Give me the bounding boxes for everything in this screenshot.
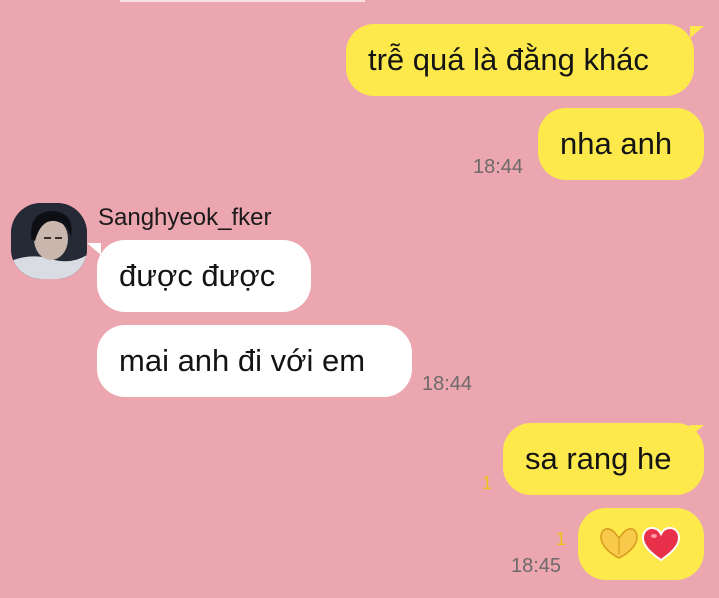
heart-icon (641, 526, 681, 562)
outgoing-message-bubble[interactable]: nha anh (538, 108, 704, 180)
finger-heart-icon (600, 528, 638, 559)
bubble-tail (690, 26, 704, 38)
unread-count: 1 (482, 473, 493, 493)
emoji-sticker (600, 526, 681, 562)
incoming-message-bubble[interactable]: được được (97, 240, 311, 312)
message-text: sa rang he (525, 441, 672, 476)
message-timestamp: 18:44 (473, 156, 524, 178)
message-text: được được (119, 258, 276, 293)
outgoing-sticker-bubble[interactable] (578, 508, 704, 580)
incoming-message-bubble[interactable]: mai anh đi với em (97, 325, 412, 397)
message-timestamp: 18:44 (422, 373, 473, 395)
profile-photo (11, 203, 87, 279)
avatar[interactable] (11, 203, 87, 279)
message-timestamp: 18:45 (511, 555, 562, 577)
unread-count: 1 (556, 529, 567, 549)
sender-name: Sanghyeok_fker (98, 204, 272, 231)
message-text: trễ quá là đằng khác (368, 42, 649, 77)
message-text: nha anh (560, 126, 673, 161)
bubble-tail (690, 425, 704, 437)
message-text: mai anh đi với em (119, 343, 366, 378)
previous-message-edge (120, 0, 365, 2)
outgoing-message-bubble[interactable]: sa rang he (503, 423, 704, 495)
outgoing-message-bubble[interactable]: trễ quá là đằng khác (346, 24, 694, 96)
bubble-tail (87, 243, 101, 255)
